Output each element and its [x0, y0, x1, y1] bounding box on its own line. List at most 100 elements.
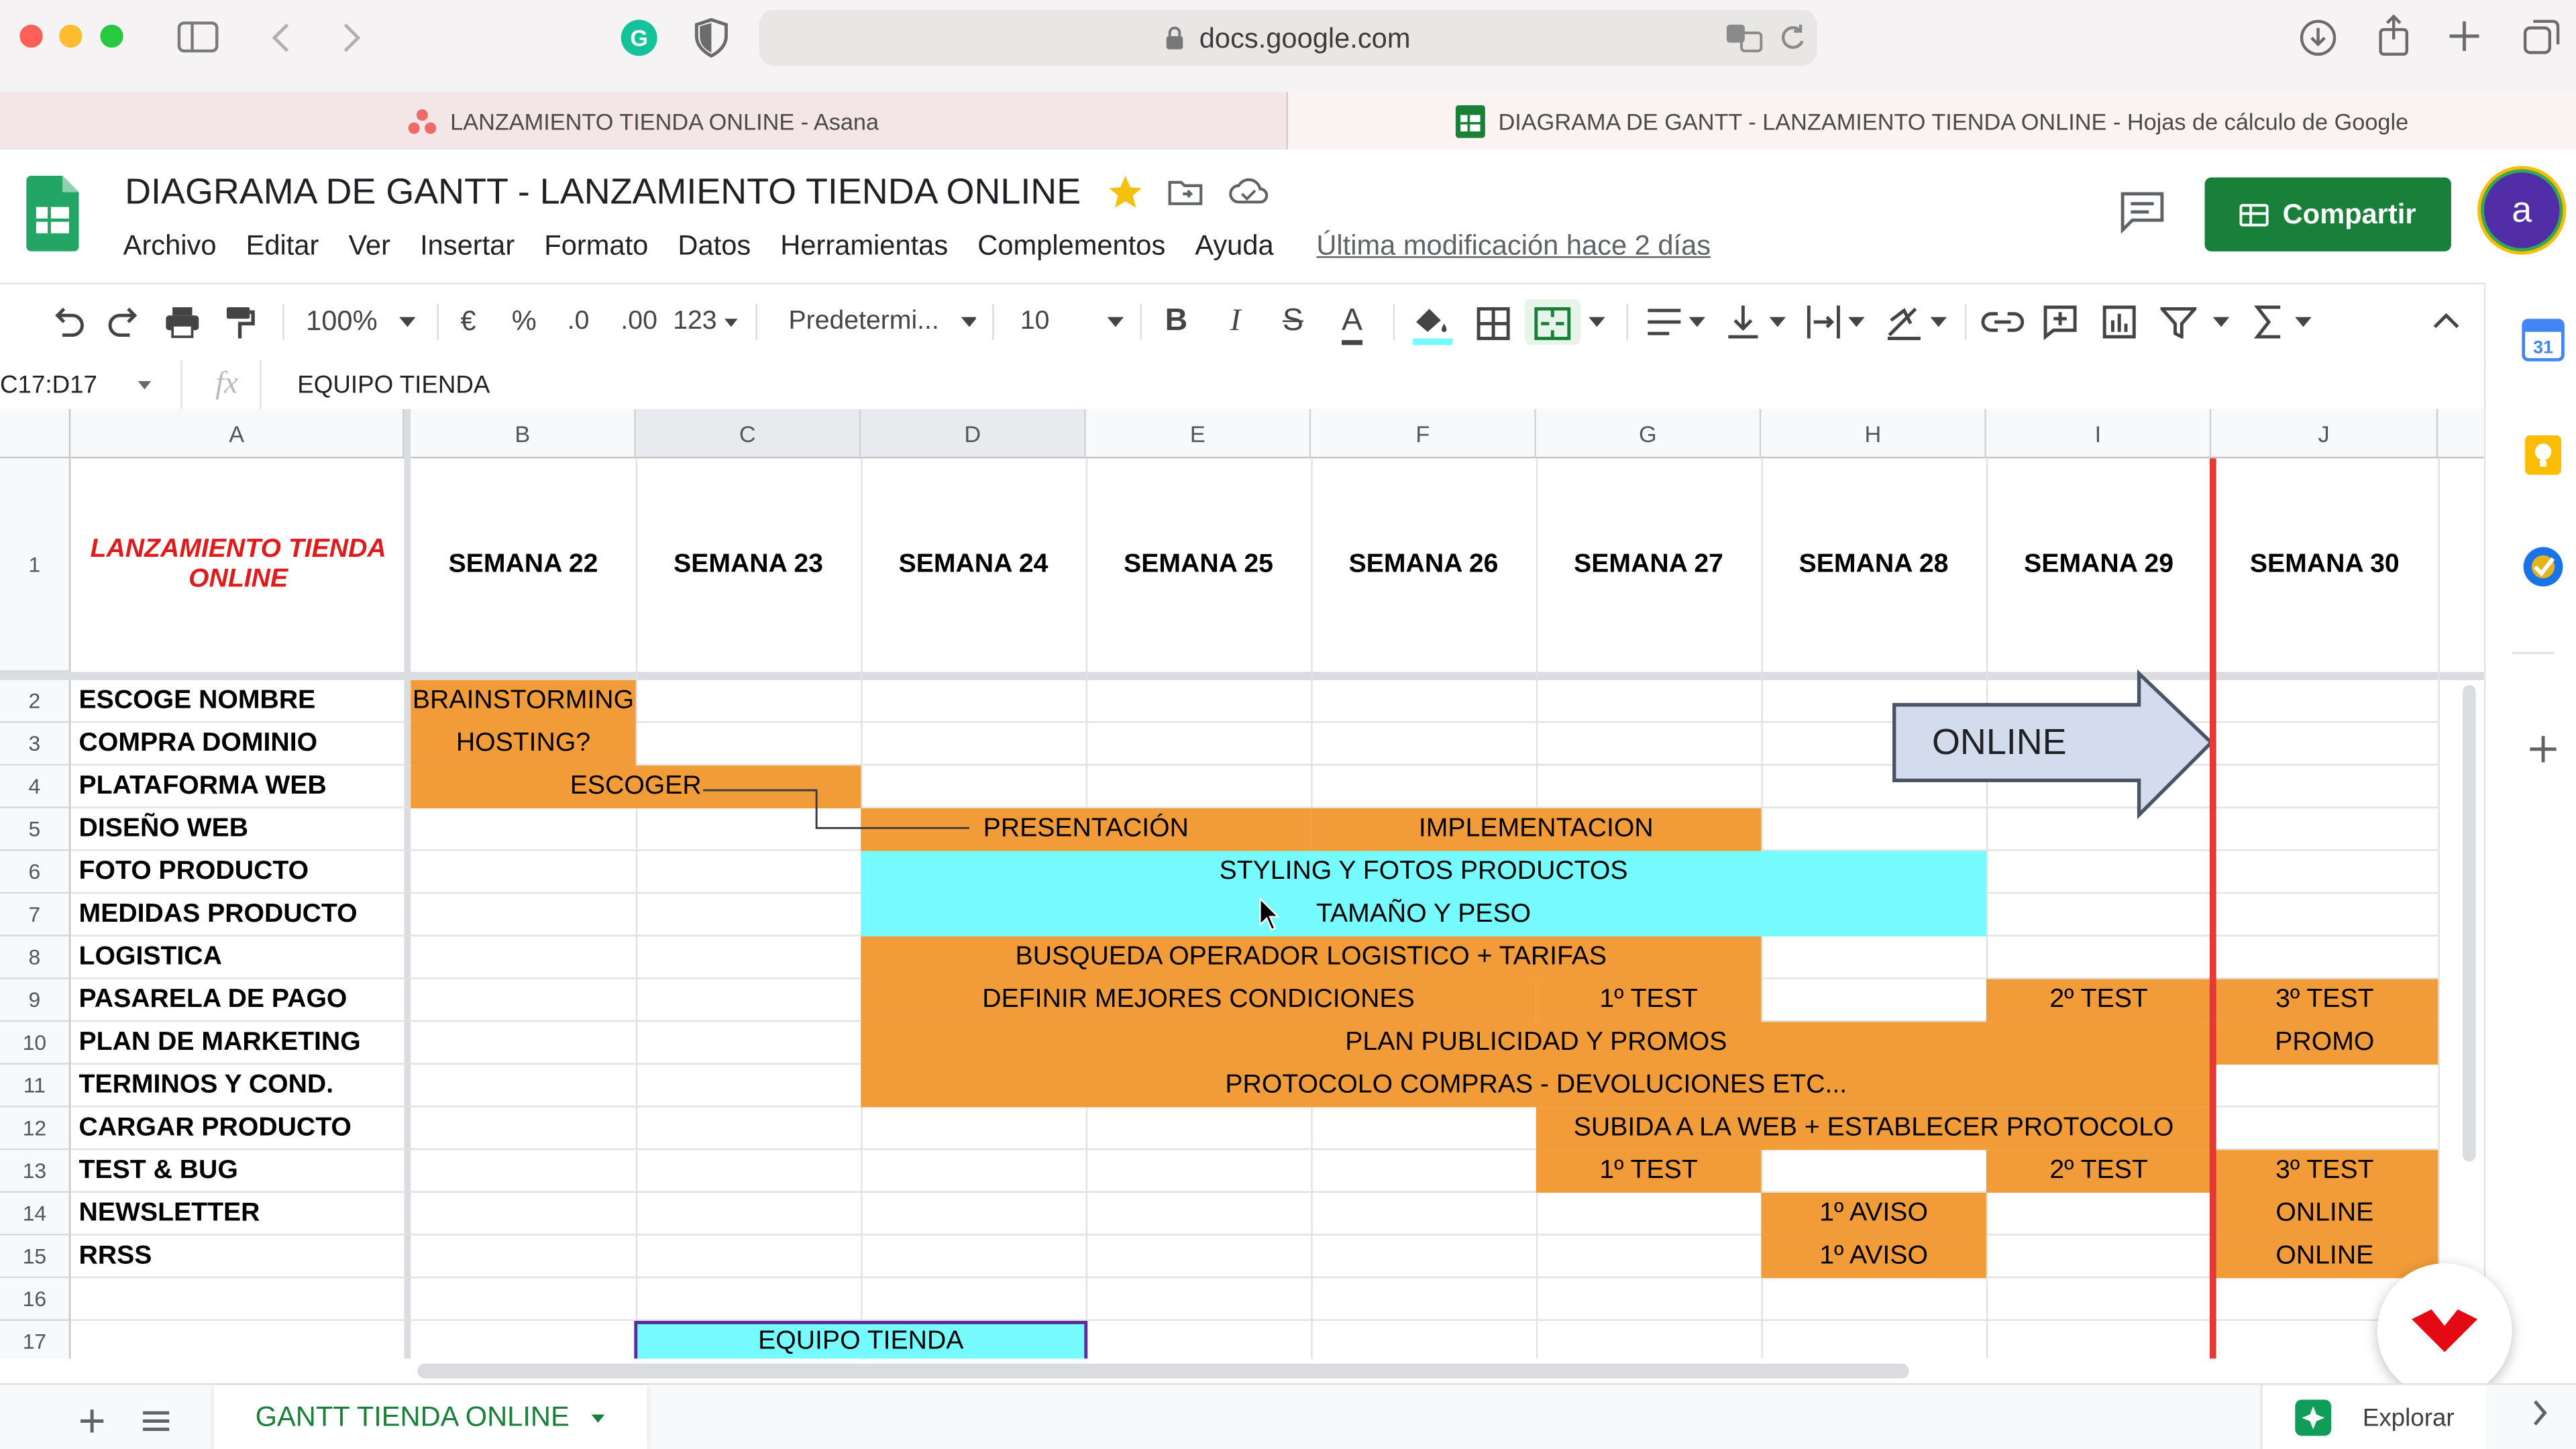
forward-icon[interactable] [338, 19, 364, 56]
decrease-decimals-button[interactable]: .0 [555, 284, 602, 360]
explore-button[interactable]: Explorar [2260, 1385, 2486, 1449]
sheets-logo-icon[interactable] [26, 176, 79, 252]
connector-line[interactable] [0, 409, 2484, 1359]
last-modified-link[interactable]: Última modificación hace 2 días [1316, 230, 1711, 263]
avatar[interactable]: a [2483, 172, 2560, 248]
menu-ayuda[interactable]: Ayuda [1195, 230, 1273, 263]
bold-button[interactable]: B [1157, 284, 1196, 360]
undo-icon[interactable] [49, 307, 85, 337]
menu-datos[interactable]: Datos [678, 230, 751, 263]
add-sheet-icon[interactable] [79, 1408, 105, 1434]
minimize-window-button[interactable] [59, 24, 83, 48]
sheet-tab-gantt[interactable]: GANTT TIENDA ONLINE [213, 1385, 647, 1449]
lock-icon [1166, 26, 1183, 50]
italic-button[interactable]: I [1216, 284, 1255, 360]
text-rotation-icon[interactable] [1884, 304, 1924, 340]
chevron-down-icon [960, 317, 976, 327]
chevron-down-icon[interactable] [2211, 315, 2231, 329]
tab-google-sheets[interactable]: DIAGRAMA DE GANTT - LANZAMIENTO TIENDA O… [1288, 92, 2576, 150]
insert-link-icon[interactable] [1981, 309, 2025, 335]
keep-icon[interactable] [2522, 434, 2565, 477]
downloads-icon[interactable] [2298, 18, 2338, 58]
doc-title[interactable]: DIAGRAMA DE GANTT - LANZAMIENTO TIENDA O… [125, 171, 1081, 214]
menu-archivo[interactable]: Archivo [123, 230, 217, 263]
currency-button[interactable]: € [447, 284, 490, 360]
separator [1140, 304, 1142, 340]
share-page-icon[interactable] [2375, 13, 2412, 60]
comments-icon[interactable] [2119, 191, 2165, 233]
tasks-icon[interactable] [2522, 545, 2565, 588]
insert-comment-icon[interactable] [2042, 304, 2078, 340]
menu-herramientas[interactable]: Herramientas [780, 230, 948, 263]
strikethrough-button[interactable]: S [1273, 284, 1313, 360]
font-size-select[interactable]: 10 [1006, 284, 1134, 360]
close-window-button[interactable] [19, 24, 43, 48]
text-wrap-icon[interactable] [1805, 304, 1841, 340]
fill-color-icon[interactable] [1409, 303, 1456, 349]
more-formats-button[interactable]: 123 [670, 284, 743, 360]
chevron-down-icon [398, 317, 415, 327]
text-color-button[interactable]: A [1328, 284, 1377, 360]
asana-icon [408, 108, 437, 133]
calendar-icon[interactable]: 31 [2522, 319, 2565, 362]
chevron-down-icon[interactable] [1847, 315, 1866, 329]
grammarly-extension-icon[interactable]: G [618, 16, 661, 59]
move-folder-icon[interactable] [1168, 177, 1204, 207]
menu-ver[interactable]: Ver [348, 230, 390, 263]
maximize-window-button[interactable] [100, 24, 123, 48]
tab-asana[interactable]: LANZAMIENTO TIENDA ONLINE - Asana [0, 92, 1289, 150]
align-vertical-icon[interactable] [1727, 304, 1760, 340]
name-box[interactable]: C17:D17 [0, 360, 182, 409]
percent-button[interactable]: % [502, 284, 545, 360]
menu-complementos[interactable]: Complementos [977, 230, 1165, 263]
chevron-down-icon[interactable] [1768, 315, 1787, 329]
cloud-saved-icon[interactable] [1229, 177, 1269, 207]
reload-icon[interactable] [1778, 23, 1807, 52]
people-icon [2240, 203, 2269, 226]
deadline-line[interactable] [2209, 458, 2216, 1359]
translate-icon[interactable] [1725, 21, 1764, 54]
avatar-letter: a [2512, 189, 2532, 230]
privacy-shield-icon[interactable] [693, 16, 729, 59]
borders-icon[interactable] [1475, 306, 1511, 342]
paint-format-icon[interactable] [223, 306, 256, 342]
collapse-menus-icon[interactable] [2432, 311, 2461, 330]
chevron-down-icon[interactable] [2294, 315, 2313, 329]
align-horizontal-icon[interactable] [1646, 306, 1682, 339]
expand-panel-icon[interactable] [2530, 1398, 2549, 1428]
formula-input[interactable]: EQUIPO TIENDA [297, 360, 490, 409]
brand-logo-icon [2412, 1309, 2478, 1352]
chevron-down-icon [724, 317, 739, 327]
separator [1626, 304, 1628, 340]
new-tab-icon[interactable] [2448, 19, 2481, 52]
sheets-tab-icon [1455, 104, 1485, 138]
tab-overview-icon[interactable] [2522, 18, 2561, 58]
menu-insertar[interactable]: Insertar [420, 230, 515, 263]
merge-cells-icon[interactable] [1533, 306, 1572, 342]
add-addon-icon[interactable] [2527, 733, 2560, 765]
insert-chart-icon[interactable] [2101, 304, 2137, 340]
all-sheets-icon[interactable] [142, 1409, 171, 1432]
increase-decimals-button[interactable]: .00 [611, 284, 667, 360]
horizontal-scrollbar-thumb[interactable] [417, 1363, 1909, 1379]
menu-formato[interactable]: Formato [544, 230, 648, 263]
functions-icon[interactable] [2254, 304, 2284, 340]
print-icon[interactable] [164, 306, 201, 339]
vertical-scrollbar-thumb[interactable] [2463, 685, 2476, 1162]
floating-action-button[interactable] [2377, 1263, 2512, 1399]
separator [282, 304, 284, 340]
zoom-select[interactable]: 100% [296, 284, 427, 360]
menu-editar[interactable]: Editar [246, 230, 319, 263]
back-icon[interactable] [268, 19, 294, 56]
redo-icon[interactable] [107, 307, 143, 337]
share-button[interactable]: Compartir [2204, 177, 2451, 252]
svg-text:G: G [630, 26, 648, 52]
filter-icon[interactable] [2160, 306, 2197, 339]
chevron-down-icon[interactable] [1929, 315, 1948, 329]
sidebar-toggle-icon[interactable] [177, 19, 220, 56]
font-family-select[interactable]: Predetermi... [769, 284, 976, 360]
star-icon[interactable] [1108, 174, 1144, 211]
chevron-down-icon[interactable] [1587, 315, 1607, 329]
address-bar[interactable]: docs.google.com [759, 9, 1817, 66]
chevron-down-icon[interactable] [1687, 315, 1707, 329]
